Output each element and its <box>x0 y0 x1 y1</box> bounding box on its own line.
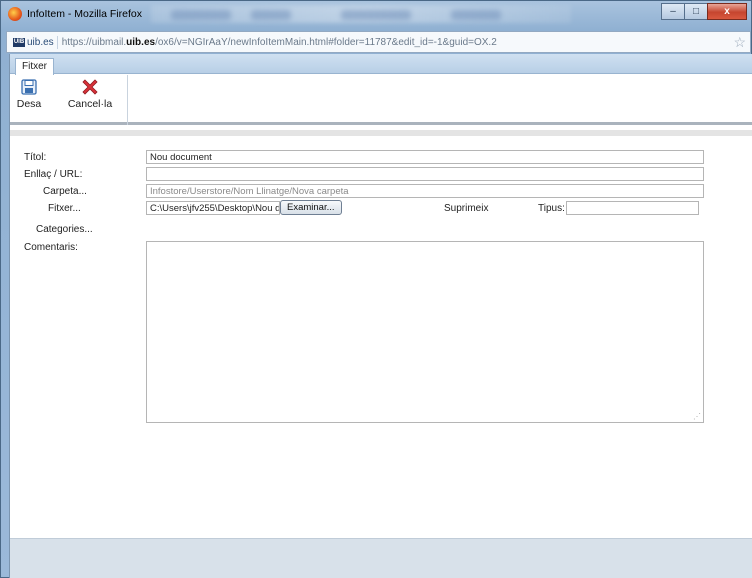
categories-link[interactable]: Categories... <box>36 224 93 235</box>
site-name: uib.es <box>27 36 54 48</box>
save-button[interactable]: Desa <box>14 79 44 110</box>
link-label: Enllaç / URL: <box>24 169 83 180</box>
address-bar[interactable]: UIB uib.es https://uibmail.uib.es/ox6/v=… <box>6 31 751 53</box>
comments-textarea[interactable]: ⋰ <box>146 241 704 423</box>
cancel-label: Cancel·la <box>67 98 113 110</box>
firefox-logo-icon <box>8 7 22 21</box>
tab-fitxer[interactable]: Fitxer <box>15 58 54 75</box>
tab-strip: Fitxer <box>10 54 752 75</box>
browse-button[interactable]: Examinar... <box>280 200 342 215</box>
site-identity-button[interactable]: UIB uib.es <box>10 35 58 49</box>
minimize-button[interactable]: – <box>661 3 685 20</box>
type-input[interactable] <box>566 201 699 215</box>
toolbar-divider <box>127 75 128 125</box>
folder-input: Infostore/Userstore/Nom Llinatge/Nova ca… <box>146 184 704 198</box>
app-content: Fitxer Desa Cancel·la Títol: Nou documen… <box>9 54 752 578</box>
close-button[interactable]: x <box>707 3 747 20</box>
file-label[interactable]: Fitxer... <box>48 203 81 214</box>
title-label: Títol: <box>24 152 47 163</box>
link-input[interactable] <box>146 167 704 181</box>
type-label: Tipus: <box>538 203 565 214</box>
cancel-button[interactable]: Cancel·la <box>65 79 115 110</box>
window-title: InfoItem - Mozilla Firefox <box>27 8 142 20</box>
blurred-taskbar-area <box>151 5 571 23</box>
red-x-icon <box>82 79 98 95</box>
file-input[interactable]: C:\Users\jfv255\Desktop\Nou doc <box>146 201 280 215</box>
title-input[interactable]: Nou document <box>146 150 704 164</box>
folder-label[interactable]: Carpeta... <box>43 186 87 197</box>
url-text[interactable]: https://uibmail.uib.es/ox6/v=NGIrAaY/new… <box>62 37 497 48</box>
floppy-disk-icon <box>21 79 37 95</box>
resize-grip-icon[interactable]: ⋰ <box>693 412 701 421</box>
infoitem-form: Títol: Nou document Enllaç / URL: Carpet… <box>10 130 752 535</box>
toolbar: Desa Cancel·la <box>10 75 752 125</box>
save-label: Desa <box>16 98 42 110</box>
bookmark-star-icon[interactable]: ☆ <box>733 34 746 51</box>
delete-link[interactable]: Suprimeix <box>444 203 488 214</box>
status-footer <box>10 538 752 578</box>
site-favicon-icon: UIB <box>13 37 25 47</box>
browser-window: InfoItem - Mozilla Firefox – □ x UIB uib… <box>0 0 752 578</box>
title-bar: InfoItem - Mozilla Firefox – □ x <box>1 1 751 29</box>
maximize-button[interactable]: □ <box>684 3 708 20</box>
comments-label: Comentaris: <box>24 242 78 253</box>
